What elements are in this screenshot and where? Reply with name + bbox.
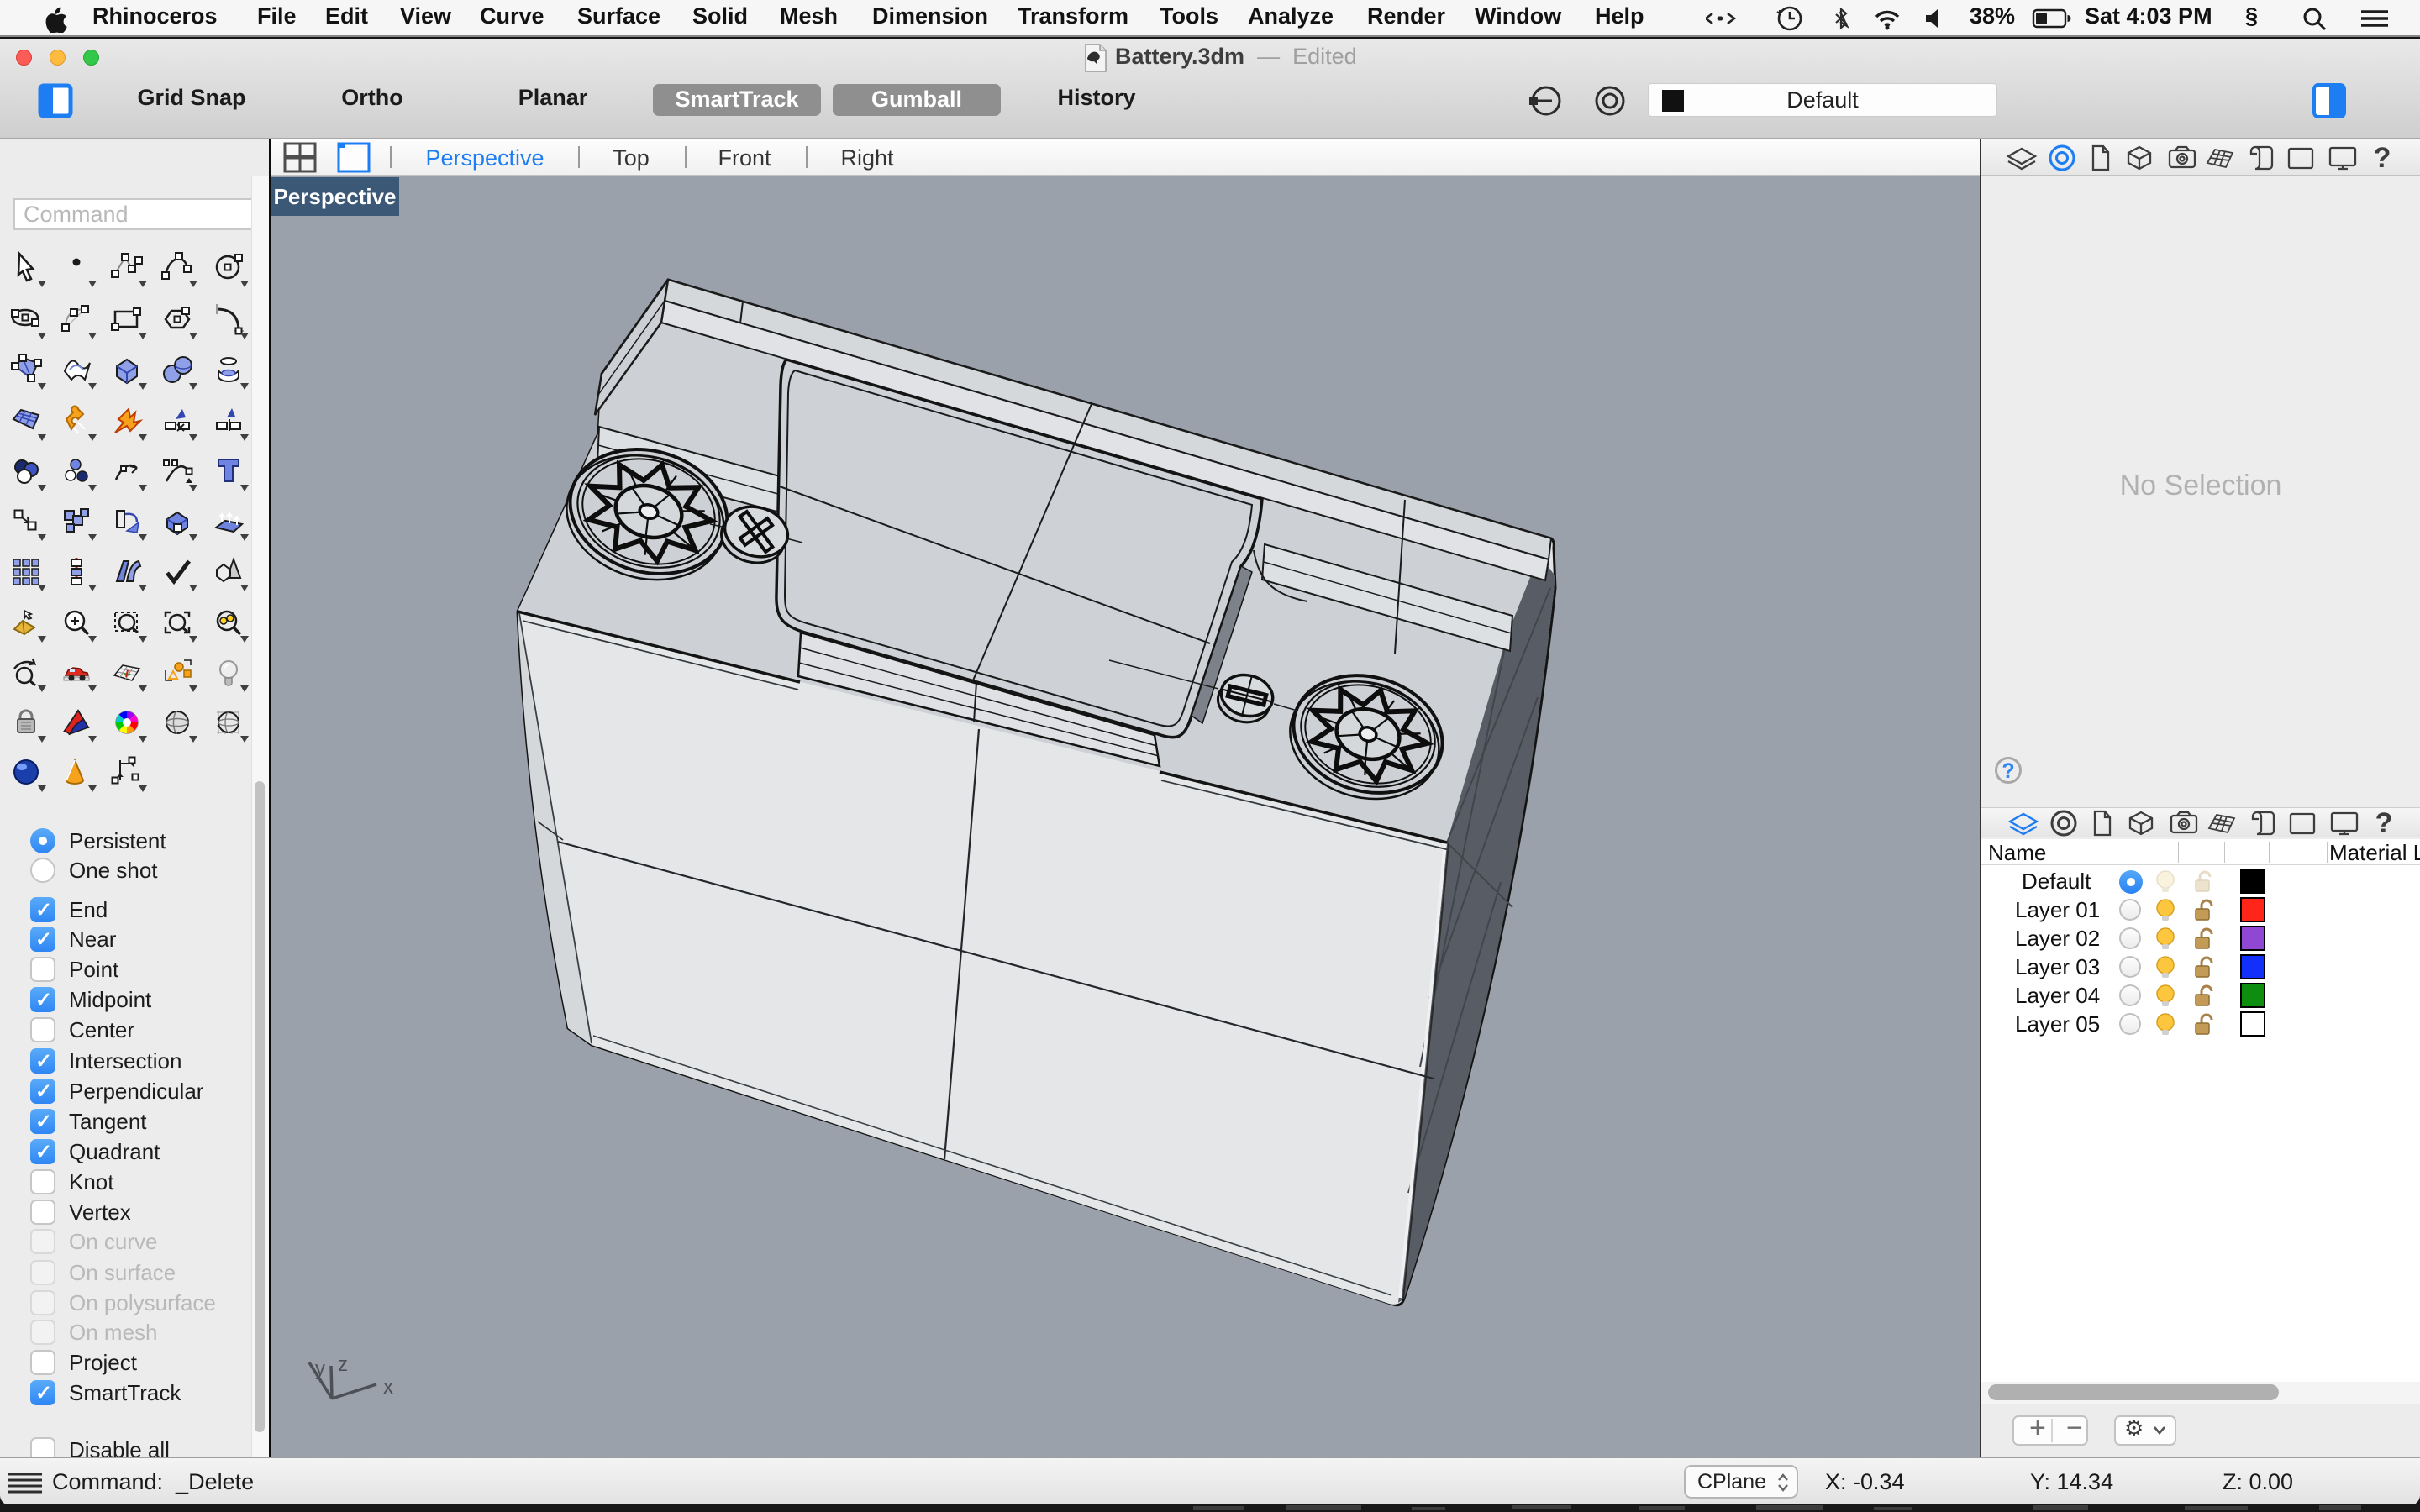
svg-text:?: ? bbox=[2375, 808, 2393, 838]
svg-text:y: y bbox=[315, 1357, 325, 1380]
svg-text:x: x bbox=[383, 1376, 393, 1399]
svg-text:z: z bbox=[338, 1353, 348, 1376]
svg-text:?: ? bbox=[2374, 142, 2391, 174]
